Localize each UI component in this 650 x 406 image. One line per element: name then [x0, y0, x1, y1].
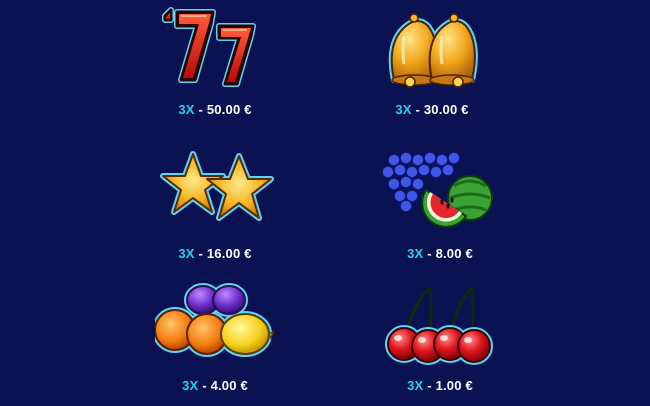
multiplier: 3X: [182, 378, 199, 393]
stars-icon: [155, 146, 275, 236]
payout-amount: 1.00 €: [435, 378, 473, 393]
payout-amount: 4.00 €: [210, 378, 248, 393]
multiplier: 3X: [178, 246, 195, 261]
bells-icon: [372, 2, 492, 92]
separator: -: [411, 102, 424, 117]
multiplier: 3X: [395, 102, 412, 117]
orange-lemon-plum-icon: [155, 278, 275, 368]
payout-amount: 50.00 €: [206, 102, 252, 117]
paytable-item-bells: 3X - 30.00 €: [322, 2, 542, 130]
paytable-item-sevens: 3X - 50.00 €: [105, 2, 325, 130]
payout-text: 3X - 16.00 €: [105, 246, 325, 261]
grapes-watermelon-icon: [380, 146, 500, 236]
separator: -: [194, 246, 207, 261]
paytable: 3X - 50.00 € 3X - 30.00 € 3X - 16.00 € 3…: [0, 0, 650, 400]
payout-text: 3X - 8.00 €: [330, 246, 550, 261]
cherries-icon: [380, 278, 500, 368]
payout-amount: 8.00 €: [435, 246, 473, 261]
paytable-item-fruits: 3X - 4.00 €: [105, 278, 325, 406]
multiplier: 3X: [178, 102, 195, 117]
payout-text: 3X - 50.00 €: [105, 102, 325, 117]
payout-text: 3X - 4.00 €: [105, 378, 325, 393]
payout-amount: 16.00 €: [206, 246, 252, 261]
multiplier: 3X: [407, 378, 424, 393]
paytable-item-cherries: 3X - 1.00 €: [330, 278, 550, 406]
triple-seven-icon: [155, 2, 275, 92]
separator: -: [423, 378, 436, 393]
payout-text: 3X - 30.00 €: [322, 102, 542, 117]
separator: -: [198, 378, 211, 393]
payout-amount: 30.00 €: [423, 102, 469, 117]
paytable-item-stars: 3X - 16.00 €: [105, 146, 325, 274]
multiplier: 3X: [407, 246, 424, 261]
payout-text: 3X - 1.00 €: [330, 378, 550, 393]
separator: -: [194, 102, 207, 117]
separator: -: [423, 246, 436, 261]
paytable-item-grapes: 3X - 8.00 €: [330, 146, 550, 274]
